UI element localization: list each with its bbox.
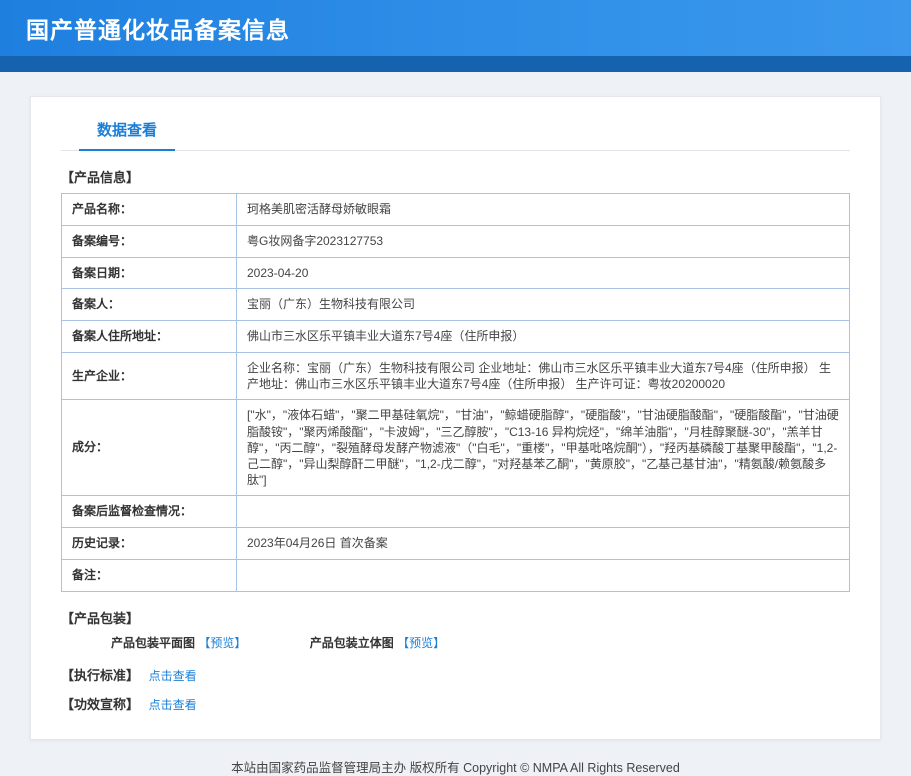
execution-standard-view-link[interactable]: 点击查看	[149, 669, 197, 683]
row-value: 珂格美肌密活酵母娇敏眼霜	[237, 194, 850, 226]
page-header: 国产普通化妆品备案信息	[0, 0, 911, 56]
section-product-info: 【产品信息】	[61, 167, 850, 186]
page-title: 国产普通化妆品备案信息	[26, 11, 290, 45]
row-label: 备案后监督检查情况：	[62, 496, 237, 528]
row-label: 成分：	[62, 400, 237, 496]
packaging-stereo-label: 产品包装立体图	[310, 636, 394, 650]
packaging-flat-label: 产品包装平面图	[111, 636, 195, 650]
row-label: 备案人住所地址：	[62, 321, 237, 353]
row-label: 备注：	[62, 559, 237, 591]
packaging-flat-group: 产品包装平面图 【预览】	[111, 634, 246, 651]
row-label: 备案日期：	[62, 257, 237, 289]
row-value: 粤G妆网备字2023127753	[237, 225, 850, 257]
table-row-ingredients: 成分： ["水"，"液体石蜡"，"聚二甲基硅氧烷"，"甘油"，"鲸蜡硬脂醇"，"…	[62, 400, 850, 496]
row-value	[237, 559, 850, 591]
row-label: 历史记录：	[62, 528, 237, 560]
content-card: 数据查看 【产品信息】 产品名称： 珂格美肌密活酵母娇敏眼霜 备案编号： 粤G妆…	[30, 96, 881, 740]
tab-data-view[interactable]: 数据查看	[79, 109, 175, 151]
section-packaging: 【产品包装】	[61, 608, 850, 627]
efficacy-claim-section: 【功效宣称】 点击查看	[61, 694, 850, 713]
efficacy-claim-label: 【功效宣称】	[61, 697, 139, 712]
table-row-manufacturer: 生产企业： 企业名称：宝丽（广东）生物科技有限公司 企业地址：佛山市三水区乐平镇…	[62, 352, 850, 399]
table-row-supervision-check: 备案后监督检查情况：	[62, 496, 850, 528]
row-label: 备案编号：	[62, 225, 237, 257]
packaging-flat-preview-link[interactable]: 【预览】	[198, 636, 246, 650]
table-row-registration-number: 备案编号： 粤G妆网备字2023127753	[62, 225, 850, 257]
row-label: 产品名称：	[62, 194, 237, 226]
row-value: ["水"，"液体石蜡"，"聚二甲基硅氧烷"，"甘油"，"鲸蜡硬脂醇"，"硬脂酸"…	[237, 400, 850, 496]
row-value: 企业名称：宝丽（广东）生物科技有限公司 企业地址：佛山市三水区乐平镇丰业大道东7…	[237, 352, 850, 399]
row-value	[237, 496, 850, 528]
row-value: 宝丽（广东）生物科技有限公司	[237, 289, 850, 321]
table-row-registrant: 备案人： 宝丽（广东）生物科技有限公司	[62, 289, 850, 321]
packaging-stereo-group: 产品包装立体图 【预览】	[310, 634, 445, 651]
row-value: 佛山市三水区乐平镇丰业大道东7号4座（住所申报）	[237, 321, 850, 353]
table-row-product-name: 产品名称： 珂格美肌密活酵母娇敏眼霜	[62, 194, 850, 226]
header-strip	[0, 56, 911, 72]
packaging-stereo-preview-link[interactable]: 【预览】	[397, 636, 445, 650]
row-value: 2023年04月26日 首次备案	[237, 528, 850, 560]
packaging-line: 产品包装平面图 【预览】 产品包装立体图 【预览】	[111, 634, 850, 651]
row-value: 2023-04-20	[237, 257, 850, 289]
execution-standard-label: 【执行标准】	[61, 668, 139, 683]
table-row-history: 历史记录： 2023年04月26日 首次备案	[62, 528, 850, 560]
row-label: 备案人：	[62, 289, 237, 321]
table-row-remarks: 备注：	[62, 559, 850, 591]
tab-bar: 数据查看	[61, 109, 850, 151]
product-info-table: 产品名称： 珂格美肌密活酵母娇敏眼霜 备案编号： 粤G妆网备字202312775…	[61, 193, 850, 592]
row-label: 生产企业：	[62, 352, 237, 399]
efficacy-claim-view-link[interactable]: 点击查看	[149, 698, 197, 712]
table-row-registrant-address: 备案人住所地址： 佛山市三水区乐平镇丰业大道东7号4座（住所申报）	[62, 321, 850, 353]
table-row-registration-date: 备案日期： 2023-04-20	[62, 257, 850, 289]
execution-standard-section: 【执行标准】 点击查看	[61, 665, 850, 684]
footer-text: 本站由国家药品监督管理局主办 版权所有 Copyright © NMPA All…	[0, 757, 911, 776]
